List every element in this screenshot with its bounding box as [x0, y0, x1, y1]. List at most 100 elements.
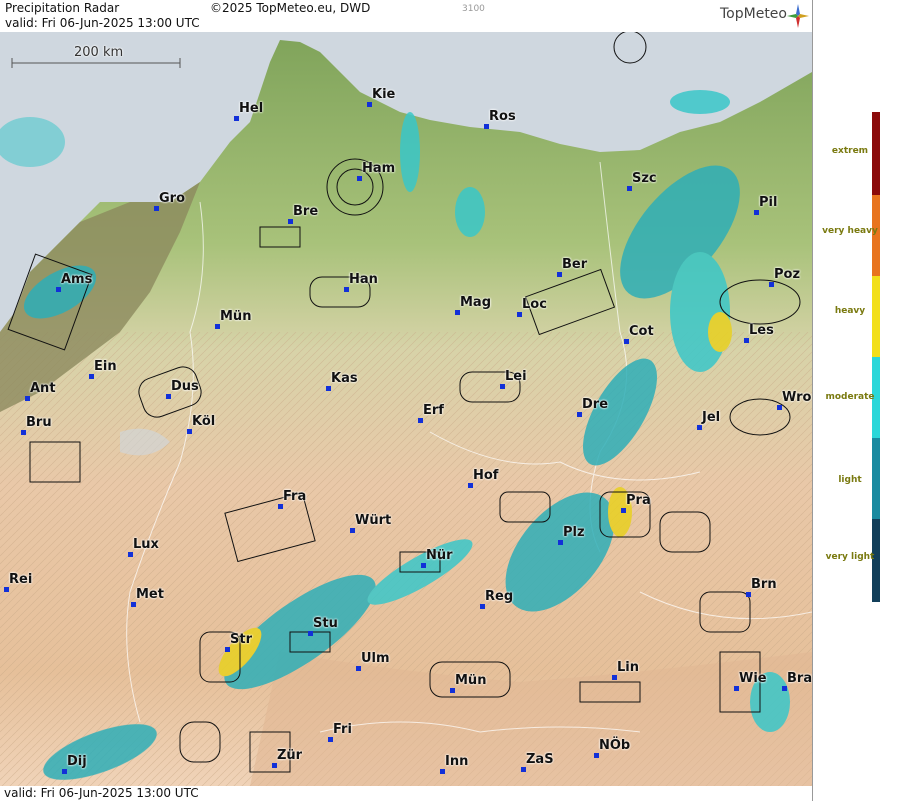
city-label: Ulm	[361, 651, 390, 666]
city-dot	[288, 219, 293, 224]
valid-time: valid: Fri 06-Jun-2025 13:00 UTC	[5, 16, 200, 30]
city-dot	[166, 394, 171, 399]
city-label: Mün	[220, 309, 252, 324]
city-label: Ber	[562, 257, 588, 272]
city-label: Stu	[313, 616, 338, 631]
city-label: Bra	[787, 671, 812, 686]
city-label: Pil	[759, 195, 778, 210]
city-label: Str	[230, 632, 252, 647]
city-dot	[421, 563, 426, 568]
city-dot	[356, 666, 361, 671]
compass-star-icon	[786, 3, 810, 33]
city-dot	[272, 763, 277, 768]
city-label: Würt	[355, 513, 392, 528]
city-label: Ham	[362, 161, 396, 176]
legend-label: very heavy	[822, 226, 878, 236]
legend-label: very light	[825, 552, 875, 562]
city-label: Lin	[617, 660, 639, 675]
city-label: Fra	[283, 489, 307, 504]
city-label: Dre	[582, 397, 609, 412]
city-dot	[89, 374, 94, 379]
city-label: Kie	[372, 87, 396, 102]
legend-label: extrem	[831, 146, 869, 156]
city-dot	[225, 647, 230, 652]
city-dot	[25, 396, 30, 401]
city-label: Hel	[239, 101, 264, 116]
copyright-text: ©2025 TopMeteo.eu, DWD	[210, 1, 371, 15]
city-dot	[326, 386, 331, 391]
city-label: Mün	[455, 673, 487, 688]
city-dot	[455, 310, 460, 315]
city-dot	[308, 631, 313, 636]
city-dot	[577, 412, 582, 417]
city-dot	[521, 767, 526, 772]
city-dot	[754, 210, 759, 215]
city-dot	[234, 116, 239, 121]
city-dot	[621, 508, 626, 513]
scale-label: 200 km	[74, 45, 124, 60]
legend-label: moderate	[825, 392, 875, 402]
city-label: Rei	[9, 572, 33, 587]
city-dot	[734, 686, 739, 691]
city-dot	[744, 338, 749, 343]
city-label: Ein	[94, 359, 117, 374]
city-dot	[128, 552, 133, 557]
city-dot	[418, 418, 423, 423]
legend-label: light	[838, 475, 862, 485]
city-label: Dij	[67, 754, 87, 769]
city-label: Mag	[460, 295, 492, 310]
city-dot	[154, 206, 159, 211]
city-label: Jel	[702, 410, 721, 425]
city-dot	[367, 102, 372, 107]
city-dot	[769, 282, 774, 287]
city-dot	[777, 405, 782, 410]
map-title: Precipitation Radar	[5, 1, 120, 15]
city-label: Inn	[445, 754, 469, 769]
city-dot	[357, 176, 362, 181]
city-label: Reg	[485, 589, 514, 604]
city-dot	[21, 430, 26, 435]
city-label: Gro	[159, 191, 186, 206]
city-label: Loc	[522, 297, 547, 312]
city-label: Wie	[739, 671, 767, 686]
city-dot	[4, 587, 9, 592]
city-label: Fri	[333, 722, 352, 737]
radar-map[interactable]: 200 km Kie Hel Ros Ham Szc Gro Bre Pil Ber Ams Han…	[0, 32, 812, 786]
city-dot	[328, 737, 333, 742]
city-dot	[56, 287, 61, 292]
city-dot	[131, 602, 136, 607]
city-label: Met	[136, 587, 164, 602]
city-dot	[62, 769, 67, 774]
city-dot	[697, 425, 702, 430]
city-label: Köl	[192, 414, 216, 429]
city-dot	[215, 324, 220, 329]
city-label: Han	[349, 272, 378, 287]
city-dot	[484, 124, 489, 129]
map-code: 3100	[462, 4, 485, 14]
city-label: Nür	[426, 548, 453, 563]
city-label: Dus	[171, 379, 199, 394]
city-label: Plz	[563, 525, 585, 540]
map-header: Precipitation Radar ©2025 TopMeteo.eu, D…	[0, 0, 812, 32]
city-dot	[450, 688, 455, 693]
city-label: Lei	[505, 369, 527, 384]
city-dot	[782, 686, 787, 691]
city-label: Ros	[489, 109, 516, 124]
city-dot	[594, 753, 599, 758]
city-label: Lux	[133, 537, 159, 552]
city-label: Zür	[277, 748, 303, 763]
city-label: Wro	[782, 390, 812, 405]
city-dot	[480, 604, 485, 609]
city-label: Ams	[61, 272, 93, 287]
city-dot	[627, 186, 632, 191]
map-footer: valid: Fri 06-Jun-2025 13:00 UTC	[0, 786, 812, 801]
city-dot	[746, 592, 751, 597]
city-label: Hof	[473, 468, 499, 483]
city-label: Les	[749, 323, 774, 338]
city-label: NÖb	[599, 738, 631, 753]
city-dot	[517, 312, 522, 317]
city-dot	[500, 384, 505, 389]
city-dot	[624, 339, 629, 344]
city-dot	[557, 272, 562, 277]
city-label: Ant	[30, 381, 56, 396]
